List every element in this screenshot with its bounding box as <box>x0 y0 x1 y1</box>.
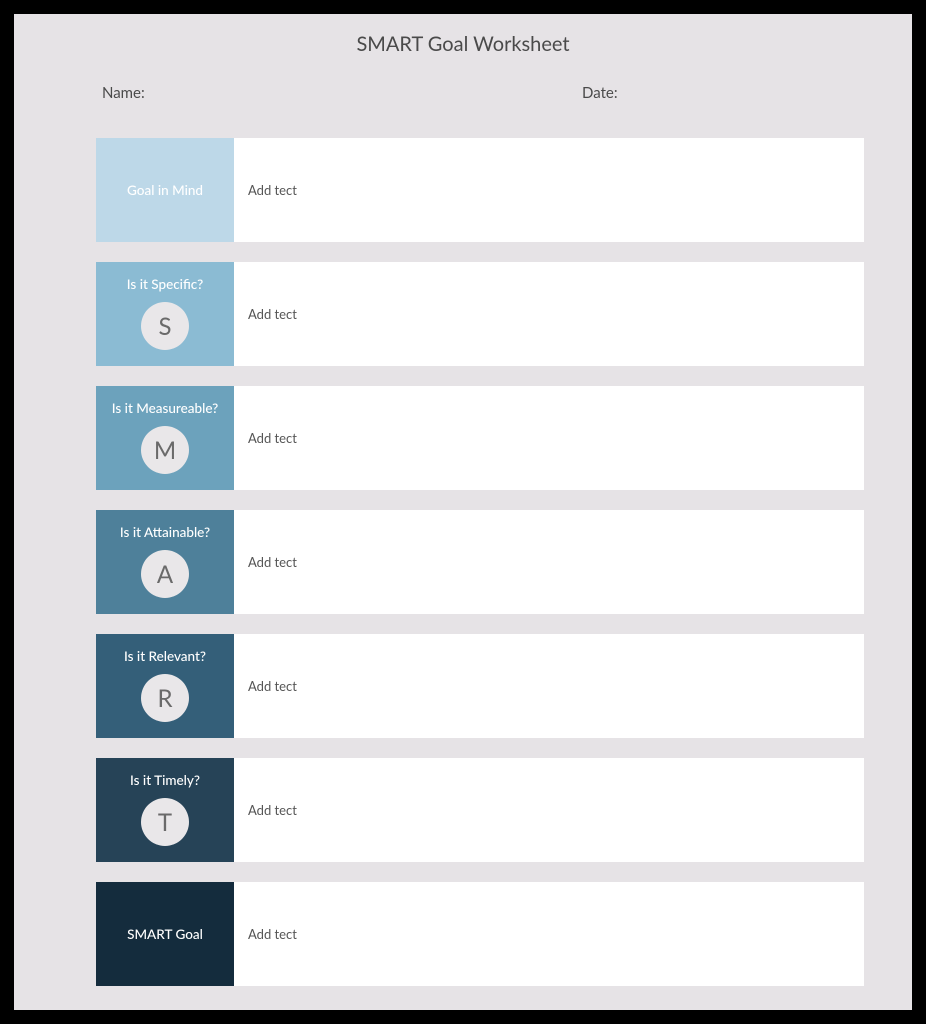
letter-circle: M <box>141 426 189 474</box>
name-label: Name: <box>102 84 362 102</box>
row-label-text: Is it Measureable? <box>112 400 218 416</box>
row-label-cell: Is it Attainable? A <box>96 510 234 614</box>
date-label: Date: <box>582 84 842 102</box>
row-smart-goal: SMART Goal Add tect <box>96 882 864 986</box>
page-title: SMART Goal Worksheet <box>14 32 912 56</box>
row-specific: Is it Specific? S Add tect <box>96 262 864 366</box>
row-label-cell: Goal in Mind <box>96 138 234 242</box>
row-label-cell: Is it Timely? T <box>96 758 234 862</box>
row-label-text: Is it Timely? <box>130 772 200 788</box>
row-label-cell: Is it Measureable? M <box>96 386 234 490</box>
row-timely: Is it Timely? T Add tect <box>96 758 864 862</box>
row-input[interactable]: Add tect <box>234 262 864 366</box>
row-label-cell: Is it Relevant? R <box>96 634 234 738</box>
row-label-cell: SMART Goal <box>96 882 234 986</box>
row-input[interactable]: Add tect <box>234 634 864 738</box>
row-relevant: Is it Relevant? R Add tect <box>96 634 864 738</box>
worksheet-page: SMART Goal Worksheet Name: Date: Goal in… <box>14 14 912 1010</box>
letter-circle: S <box>141 302 189 350</box>
row-input[interactable]: Add tect <box>234 510 864 614</box>
row-input[interactable]: Add tect <box>234 138 864 242</box>
letter-circle: T <box>141 798 189 846</box>
row-input[interactable]: Add tect <box>234 386 864 490</box>
letter-circle: A <box>141 550 189 598</box>
row-label-text: Is it Relevant? <box>124 648 206 664</box>
row-label-text: SMART Goal <box>127 926 203 942</box>
rows-container: Goal in Mind Add tect Is it Specific? S … <box>14 138 912 986</box>
row-measureable: Is it Measureable? M Add tect <box>96 386 864 490</box>
row-label-cell: Is it Specific? S <box>96 262 234 366</box>
row-label-text: Is it Attainable? <box>120 524 210 540</box>
row-attainable: Is it Attainable? A Add tect <box>96 510 864 614</box>
letter-circle: R <box>141 674 189 722</box>
row-input[interactable]: Add tect <box>234 882 864 986</box>
row-input[interactable]: Add tect <box>234 758 864 862</box>
row-label-text: Is it Specific? <box>127 276 203 292</box>
row-label-text: Goal in Mind <box>127 182 203 198</box>
row-goal-in-mind: Goal in Mind Add tect <box>96 138 864 242</box>
